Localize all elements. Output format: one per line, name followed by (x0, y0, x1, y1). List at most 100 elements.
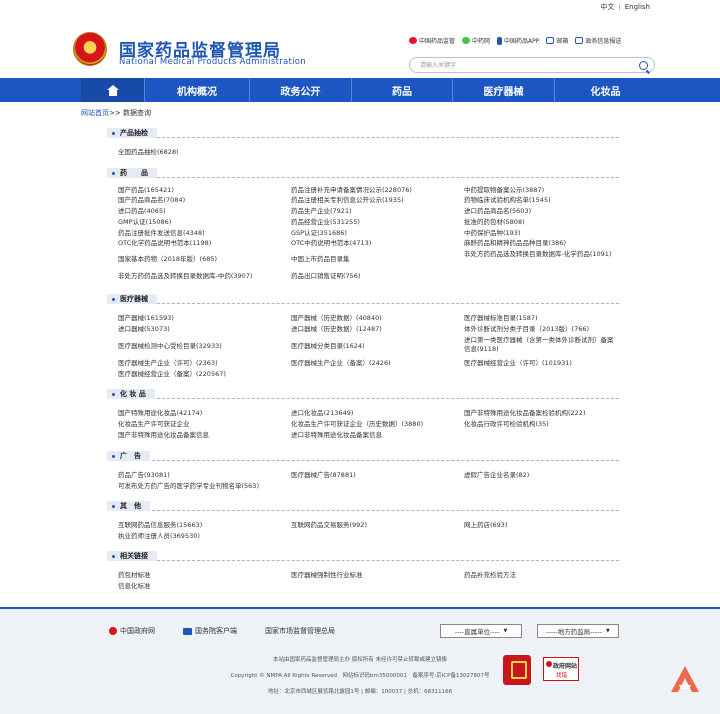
cosmetic-link[interactable]: 进口非特殊用途化妆品备案信息 (291, 431, 382, 440)
cosmetic-link[interactable]: 化妆品生产许可获证企业（历史数据）(3880) (291, 420, 423, 429)
drug-link[interactable]: 药品注册批件发送信息(4348) (118, 229, 205, 238)
section-other: 其 他 互联网药品信息服务(15663) 互联网药品交易服务(992) 网上药店… (107, 501, 619, 540)
search-input[interactable] (420, 60, 620, 71)
cosmetic-link[interactable]: 进口化妆品(213649) (291, 409, 353, 418)
device-link[interactable]: 国产器械(161593) (118, 314, 174, 323)
drug-link[interactable]: OTC化学药品说明书范本(1198) (118, 239, 211, 248)
drug-link[interactable]: 药品注册相关专利信息公开公示(1935) (291, 196, 404, 205)
drug-link[interactable]: GSP认证(351686) (291, 229, 347, 238)
footer-links: 中国政府网 国务院客户端 国家市场监督管理总局 (109, 626, 363, 636)
device-link[interactable]: 国产器械（历史数据）(40840) (291, 314, 382, 323)
device-link[interactable]: 体外诊断试剂分类子目录（2013版）(766) (464, 325, 589, 334)
quick-link-submit[interactable]: 政务信息报送 (575, 36, 621, 45)
drug-link[interactable]: 中国上市药品目录集 (291, 255, 350, 264)
drug-link[interactable]: GMP认证(15086) (118, 218, 171, 227)
cosmetic-link[interactable]: 化妆品行政许可检验机构(35) (464, 420, 549, 429)
ad-link[interactable]: 虚假广告企业名录(82) (464, 471, 529, 480)
related-link[interactable]: 药品补充检验方法 (464, 571, 516, 580)
other-link[interactable]: 网上药店(693) (464, 521, 507, 530)
section-title: 药 品 (107, 168, 157, 178)
device-link[interactable]: 医疗器械标准目录(1587) (464, 314, 538, 323)
section-devices: 医疗器械 国产器械(161593) 国产器械（历史数据）(40840) 医疗器械… (107, 294, 619, 378)
nav-item-drugs[interactable]: 药品 (352, 78, 453, 102)
footer-link-gov[interactable]: 中国政府网 (109, 626, 155, 636)
cosmetic-link[interactable]: 国产特殊用途化妆品(42174) (118, 409, 202, 418)
section-title: 化 妆 品 (107, 389, 155, 399)
drug-link[interactable]: 批准的药包材(5808) (464, 218, 525, 227)
direct-units-select[interactable]: ----直属单位---- ▼ (440, 624, 522, 638)
device-link[interactable]: 进口第一类医疗器械（含第一类体外诊断试剂）备案信息(9118) (464, 336, 619, 354)
footer-link-state-council[interactable]: 国务院客户端 (183, 626, 237, 636)
quick-link-app[interactable]: 中国药品APP (497, 36, 539, 45)
cosmetic-link[interactable]: 国产非特殊用途化妆品备案信息 (118, 431, 209, 440)
section-sampling: 产品抽检 全国药品抽检(6828) (107, 128, 619, 156)
drug-link[interactable]: 非处方药药品选及转换目录数据库-化学药品(1091) (464, 250, 619, 259)
link-national-sampling[interactable]: 全国药品抽检(6828) (118, 148, 179, 157)
party-gov-badge-icon[interactable] (503, 655, 531, 685)
drug-link[interactable]: 进口药品(4065) (118, 207, 166, 216)
mobile-app-icon (497, 36, 503, 45)
breadcrumb-home-link[interactable]: 网站首页 (81, 109, 109, 117)
related-link[interactable]: 信息化标准 (118, 582, 151, 591)
drug-link[interactable]: 药品注册补充申请备案情况公示(228076) (291, 186, 412, 195)
device-link[interactable]: 医疗器械经营企业（备案）(220567) (118, 370, 226, 379)
drug-link[interactable]: 药品出口销售证明(756) (291, 272, 360, 281)
quick-link-label: 政务信息报送 (585, 38, 622, 45)
footer-copyright: Copyright © NMPA All Rights Reserved 网站标… (230, 673, 490, 679)
device-link[interactable]: 进口器械（历史数据）(12487) (291, 325, 382, 334)
drug-link[interactable]: 药品生产企业(7921) (291, 207, 352, 216)
section-title: 相关链接 (107, 551, 157, 561)
quick-link-weibo[interactable]: 中国药品监管 (409, 36, 455, 45)
quick-link-mail[interactable]: 邮箱 (546, 36, 568, 45)
drug-link[interactable]: OTC中药说明书范本(4713) (291, 239, 371, 248)
lang-zh-link[interactable]: 中文 (600, 3, 614, 11)
other-link[interactable]: 执业药师注册人员(369530) (118, 532, 200, 541)
nav-item-cosmetics[interactable]: 化妆品 (555, 78, 656, 102)
nav-home[interactable] (81, 78, 145, 102)
quick-link-wechat[interactable]: 中药网 (462, 36, 490, 45)
drug-link[interactable]: 国产药品(165421) (118, 186, 174, 195)
drug-link[interactable]: 进口药品商品名(5603) (464, 207, 531, 216)
section-title: 广 告 (107, 451, 150, 461)
other-link[interactable]: 互联网药品信息服务(15663) (118, 521, 202, 530)
corner-logo-icon (671, 666, 699, 692)
device-link[interactable]: 进口器械(53073) (118, 325, 170, 334)
drug-link[interactable]: 药品经营企业(531255) (291, 218, 360, 227)
site-title-en: National Medical Products Administration (119, 57, 306, 67)
drug-link[interactable]: 国家基本药物（2018年版）(685) (118, 255, 217, 264)
drug-link[interactable]: 国产药品商品名(7084) (118, 196, 185, 205)
nav-item-gov-affairs[interactable]: 政务公开 (250, 78, 352, 102)
drug-link[interactable]: 中药提取物备案公示(3887) (464, 186, 544, 195)
ad-link[interactable]: 可发布处方药广告的医学药学专业刊物名单(563) (118, 482, 259, 491)
related-link[interactable]: 医疗器械强制性行业标准 (291, 571, 363, 580)
drug-link[interactable]: 麻醉药品和精神药品品种目录(386) (464, 239, 566, 248)
other-link[interactable]: 互联网药品交易服务(992) (291, 521, 367, 530)
footer-sponsor: 本站由国家药品监督管理局主办 版权所有 未经许可禁止转载或建立镜像 (273, 657, 447, 663)
nav-item-org[interactable]: 机构概况 (145, 78, 250, 102)
gov-app-icon (183, 627, 192, 635)
device-link[interactable]: 医疗器械生产企业（许可）(2363) (118, 359, 218, 368)
drug-link[interactable]: 非处方药药品选及转换目录数据库-中药(3907) (118, 272, 252, 281)
quick-link-label: 中药网 (472, 38, 491, 45)
device-link[interactable]: 医疗器械经营企业（许可）(101931) (464, 359, 572, 368)
nav-item-devices[interactable]: 医疗器械 (453, 78, 555, 102)
related-link[interactable]: 药包材标准 (118, 571, 151, 580)
drug-link[interactable]: 药物临床试验机构名单(1545) (464, 196, 551, 205)
cosmetic-link[interactable]: 国产非特殊用途化妆品备案检验机构(222) (464, 409, 585, 418)
device-link[interactable]: 医疗器械分类目录(1624) (291, 342, 365, 351)
cosmetic-link[interactable]: 化妆品生产许可获证企业 (118, 420, 190, 429)
footer-link-samr[interactable]: 国家市场监督管理总局 (265, 626, 335, 636)
device-link[interactable]: 医疗器械生产企业（备案）(2426) (291, 359, 391, 368)
section-title: 其 他 (107, 501, 150, 511)
device-link[interactable]: 医疗器械检测中心受检目录(32933) (118, 342, 222, 351)
lang-separator: | (618, 3, 621, 11)
ad-link[interactable]: 药品广告(93081) (118, 471, 170, 480)
local-bureau-select[interactable]: -----地方药监局----- ▼ (537, 624, 619, 638)
search-icon[interactable] (639, 61, 648, 70)
lang-en-link[interactable]: English (625, 3, 650, 11)
ad-link[interactable]: 医疗器械广告(87881) (291, 471, 356, 480)
gov-site-error-badge[interactable]: 政府网站 找错 (543, 657, 579, 681)
drug-link[interactable]: 中药保护品种(193) (464, 229, 520, 238)
wechat-icon (462, 37, 471, 44)
breadcrumb-separator: >> (109, 109, 121, 117)
